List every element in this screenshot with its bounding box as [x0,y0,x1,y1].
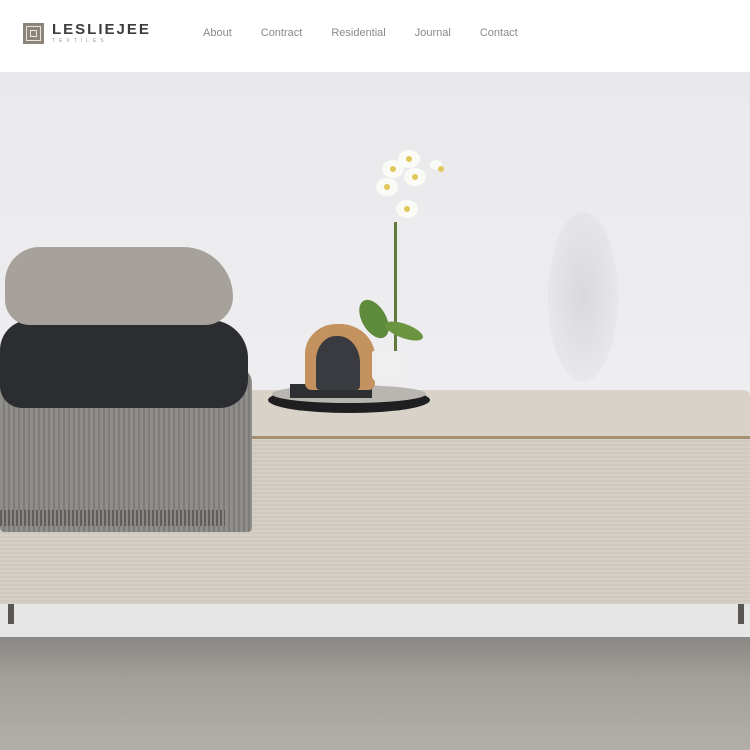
orchid-bud [430,160,444,172]
dark-pillow [0,320,248,408]
grey-pillow [5,247,233,325]
geode-core [316,336,360,390]
bench-leg [738,604,744,624]
bench-piping [228,436,750,439]
hero-image [0,72,750,750]
site-header: LESLIEJEE TEXTILES About Contract Reside… [0,0,750,72]
bench-leg [8,604,14,624]
orchid-flower [404,168,426,186]
orchid-leaf [382,317,426,345]
nav-item-journal[interactable]: Journal [415,27,451,39]
logo-text: LESLIEJEE TEXTILES [52,22,151,44]
orchid-flower [382,160,404,178]
nav-item-about[interactable]: About [203,27,232,39]
orchid-flower [396,200,418,218]
logo-mark-icon [23,23,44,44]
concrete-floor [0,637,750,750]
orchid-flower [376,178,398,196]
brand-tagline: TEXTILES [52,38,108,44]
wall-shadow [548,212,618,382]
nav-item-contract[interactable]: Contract [261,27,303,39]
nav-item-residential[interactable]: Residential [331,27,385,39]
orchid-pot [372,351,404,383]
main-nav: About Contract Residential Journal Conta… [203,27,547,39]
brand-name: LESLIEJEE [52,21,151,38]
brand-logo[interactable]: LESLIEJEE TEXTILES [23,22,151,44]
throw-fringe [0,510,225,526]
nav-item-contact[interactable]: Contact [480,27,518,39]
